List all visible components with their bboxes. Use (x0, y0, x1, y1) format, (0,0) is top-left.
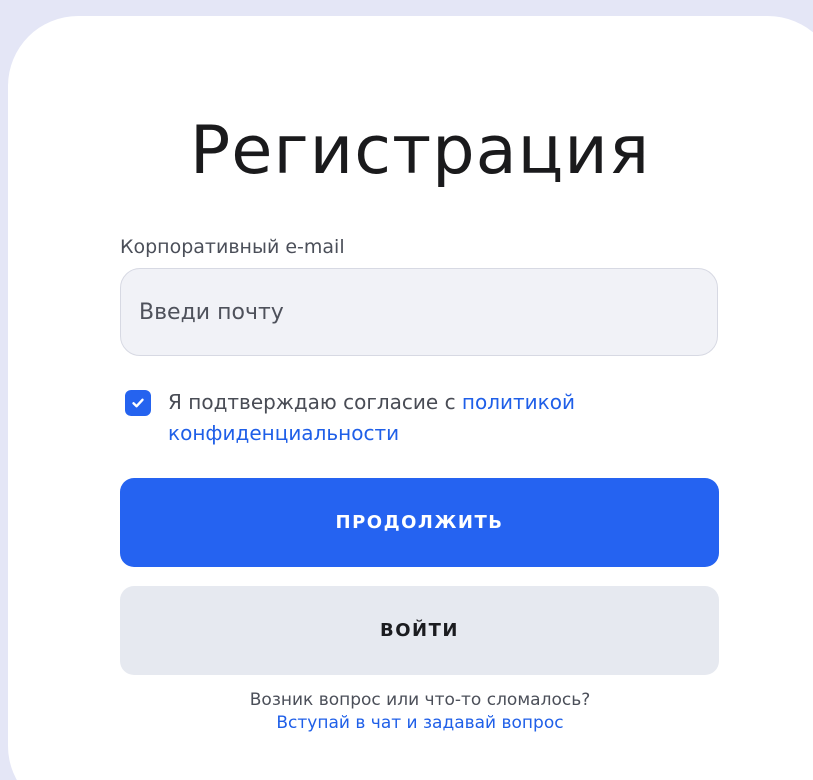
consent-label: Я подтверждаю согласие с (168, 390, 462, 414)
continue-button[interactable]: ПРОДОЛЖИТЬ (120, 478, 719, 567)
help-footer: Возник вопрос или что-то сломалось? Всту… (8, 689, 813, 735)
checkmark-icon (132, 398, 144, 408)
help-question: Возник вопрос или что-то сломалось? (249, 690, 591, 710)
page-title: Регистрация (189, 111, 651, 189)
registration-card: Регистрация Корпоративный e-mail Я подтв… (8, 16, 813, 780)
email-field-label: Корпоративный e-mail (120, 236, 345, 258)
consent-checkbox[interactable] (125, 390, 151, 416)
chat-link[interactable]: Вступай в чат и задавай вопрос (276, 712, 563, 735)
consent-text: Я подтверждаю согласие с политикой конфи… (168, 387, 638, 449)
email-field[interactable] (120, 268, 718, 356)
login-button[interactable]: ВОЙТИ (120, 586, 719, 675)
